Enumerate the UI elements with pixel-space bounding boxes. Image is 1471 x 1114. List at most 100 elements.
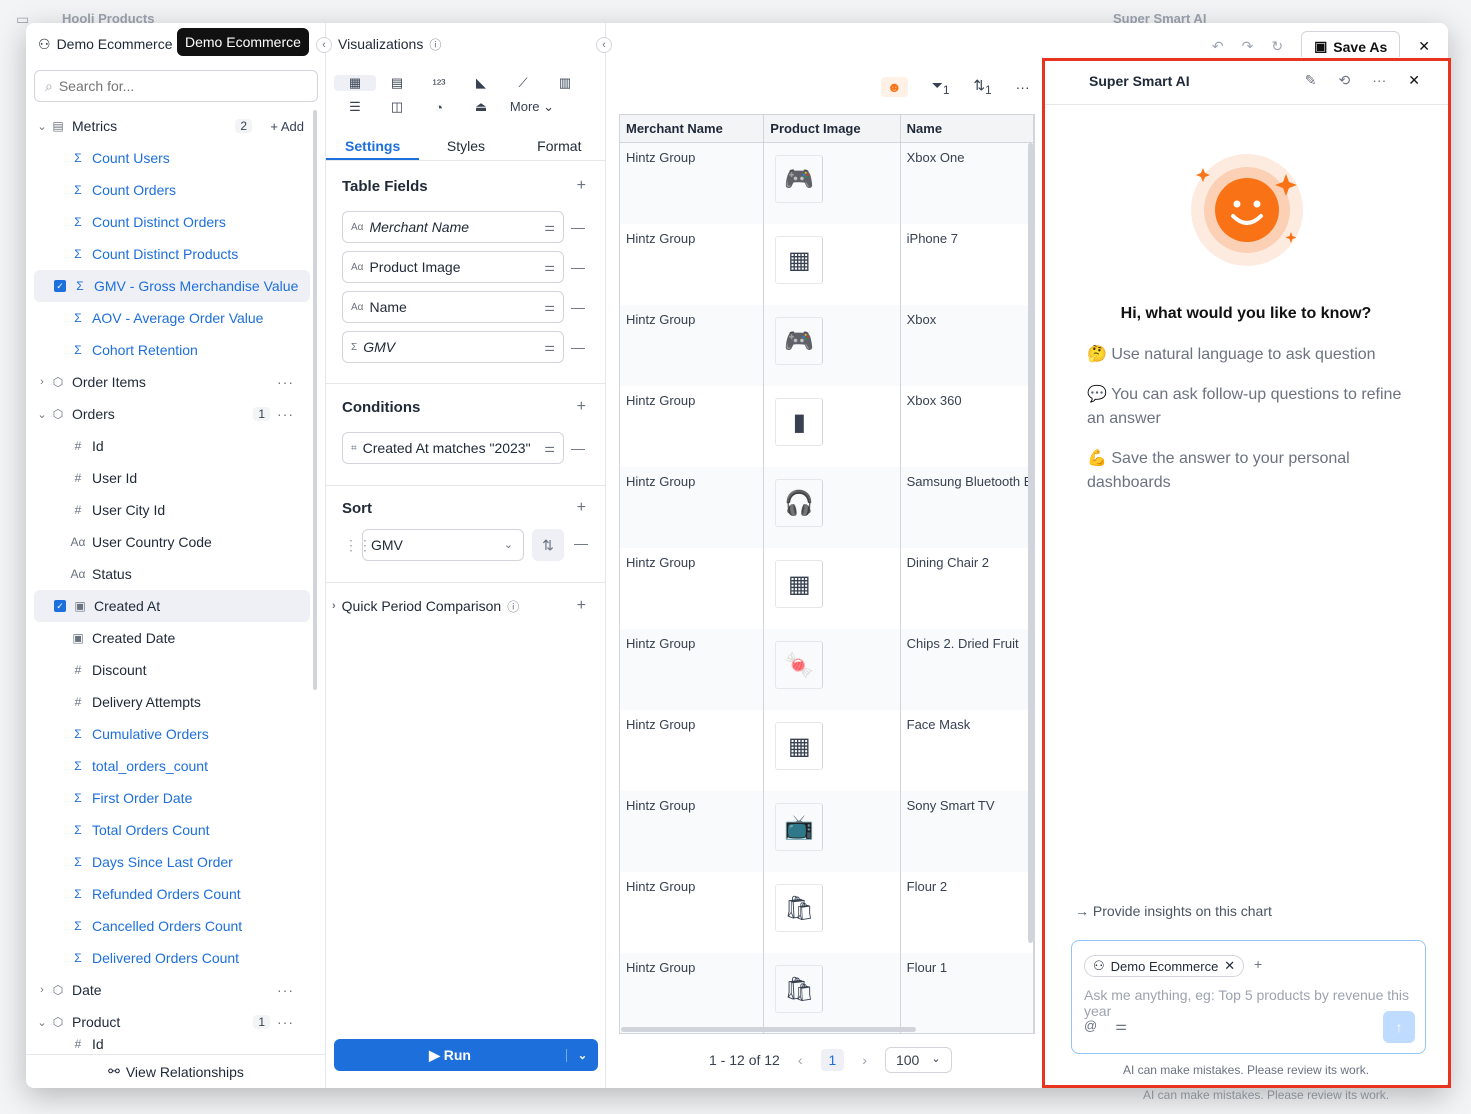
adjust-icon[interactable]: ⚌ xyxy=(544,340,555,354)
more-icon[interactable]: ··· xyxy=(1016,79,1030,95)
table-row[interactable]: Hintz Group 🛍 Flour 1 xyxy=(620,953,1034,1033)
metric-item[interactable]: Σ Count Orders xyxy=(34,174,310,206)
table-field-chip[interactable]: Σ GMV ⚌ — xyxy=(342,331,585,363)
run-options-button[interactable]: ⌄ xyxy=(566,1048,598,1062)
checkbox-checked-icon[interactable]: ✓ xyxy=(54,280,66,292)
sort-button[interactable]: ⇅1 xyxy=(973,77,991,97)
remove-field-icon[interactable]: — xyxy=(571,299,585,315)
metric-item[interactable]: Σ Cohort Retention xyxy=(34,334,310,366)
search-input[interactable] xyxy=(58,78,289,94)
more-viz-button[interactable]: More ⌄ xyxy=(502,99,562,115)
redo-icon[interactable]: ↷ xyxy=(1242,38,1254,55)
remove-field-icon[interactable]: — xyxy=(571,259,585,275)
field-search[interactable]: ⌕ xyxy=(34,70,318,102)
orders-group[interactable]: ⌄ ⬡ Orders 1 ··· xyxy=(34,398,310,430)
quick-period-section[interactable]: › Quick Period Comparison ⓘ + xyxy=(326,591,606,621)
orders-metric[interactable]: Σ Refunded Orders Count xyxy=(34,878,310,910)
orders-metric[interactable]: Σ Delivered Orders Count xyxy=(34,942,310,974)
remove-field-icon[interactable]: — xyxy=(571,219,585,235)
metric-item[interactable]: Σ Count Users xyxy=(34,142,310,174)
adjust-icon[interactable]: ⚌ xyxy=(544,260,555,274)
chevron-down-icon[interactable]: ⌄ xyxy=(34,1016,50,1029)
column-header[interactable]: Merchant Name xyxy=(620,115,765,142)
close-icon[interactable]: ✕ xyxy=(1418,38,1430,55)
column-header[interactable]: Name xyxy=(901,115,1034,142)
combo-viz-icon[interactable]: ◫ xyxy=(376,99,418,115)
sort-field-select[interactable]: GMV ⌄ xyxy=(362,529,524,561)
table-row[interactable]: Hintz Group ▮ Xbox 360 xyxy=(620,386,1034,467)
metric-item[interactable]: Σ Count Distinct Products xyxy=(34,238,310,270)
orders-metric[interactable]: Σ Cumulative Orders xyxy=(34,718,310,750)
remove-sort-icon[interactable]: — xyxy=(574,535,588,551)
more-icon[interactable]: ··· xyxy=(277,406,294,422)
collapse-left-icon[interactable]: ‹ xyxy=(316,37,332,53)
table-viz-icon[interactable]: ▦ xyxy=(334,75,376,91)
condition-chip[interactable]: ⌗ Created At matches "2023" ⚌ — xyxy=(342,432,585,464)
orders-field[interactable]: Aα User Country Code xyxy=(34,526,310,558)
orders-field[interactable]: # Id xyxy=(34,430,310,462)
pivot-viz-icon[interactable]: ▤ xyxy=(376,75,418,91)
area-viz-icon[interactable]: ◣ xyxy=(460,75,502,91)
more-icon[interactable]: ··· xyxy=(277,1014,294,1030)
ai-prompt-input[interactable]: Ask me anything, eg: Top 5 products by r… xyxy=(1084,987,1414,1019)
orders-field[interactable]: # User City Id xyxy=(34,494,310,526)
bar-viz-icon[interactable]: ▥ xyxy=(544,75,586,91)
table-row[interactable]: Hintz Group ▦ iPhone 7 xyxy=(620,224,1034,305)
adjust-icon[interactable]: ⚌ xyxy=(544,300,555,314)
orders-metric[interactable]: Σtotal_orders_count xyxy=(34,750,310,782)
table-row[interactable]: Hintz Group 🎮 Xbox One xyxy=(620,143,1034,224)
refresh-icon[interactable]: ↻ xyxy=(1271,38,1283,55)
table-row[interactable]: Hintz Group 📺 Sony Smart TV xyxy=(620,791,1034,872)
column-header[interactable]: Product Image xyxy=(764,115,901,142)
page-size-select[interactable]: 100 ⌄ xyxy=(884,1047,952,1073)
table-row[interactable]: Hintz Group 🛍 Flour 2 xyxy=(620,872,1034,953)
mention-icon[interactable]: @ xyxy=(1084,1018,1097,1034)
adjust-icon[interactable]: ⚌ xyxy=(544,220,555,234)
prev-page-icon[interactable]: ‹ xyxy=(798,1052,803,1068)
tab-format[interactable]: Format xyxy=(513,131,606,160)
hbar-viz-icon[interactable]: ☰ xyxy=(334,99,376,115)
add-field-button[interactable]: + xyxy=(577,177,586,195)
view-relationships-button[interactable]: ⚯ View Relationships xyxy=(26,1054,326,1088)
help-icon[interactable]: ⓘ xyxy=(429,36,441,53)
orders-metric[interactable]: Σ Cancelled Orders Count xyxy=(34,910,310,942)
tab-settings[interactable]: Settings xyxy=(326,131,420,160)
orders-field[interactable]: ✓ ▣ Created At xyxy=(34,590,310,622)
metric-item[interactable]: Σ AOV - Average Order Value xyxy=(34,302,310,334)
chevron-down-icon[interactable]: ⌄ xyxy=(34,408,50,421)
orders-metric[interactable]: Σ Days Since Last Order xyxy=(34,846,310,878)
table-vertical-scrollbar[interactable] xyxy=(1028,143,1033,943)
add-comparison-button[interactable]: + xyxy=(577,597,586,615)
more-icon[interactable]: ··· xyxy=(277,374,294,390)
line-viz-icon[interactable]: ⟋ xyxy=(502,75,544,91)
settings-icon[interactable]: ⚌ xyxy=(1115,1018,1127,1034)
table-row[interactable]: Hintz Group 🎧 Samsung Bluetooth E xyxy=(620,467,1034,548)
funnel-viz-icon[interactable]: ⏏ xyxy=(460,99,502,115)
chevron-down-icon[interactable]: ⌄ xyxy=(34,120,50,133)
ai-bot-icon[interactable]: ☻ xyxy=(881,77,908,97)
new-chat-icon[interactable]: ✎ xyxy=(1305,72,1317,89)
close-icon[interactable]: ✕ xyxy=(1408,72,1420,89)
date-group[interactable]: › ⬡ Date ··· xyxy=(34,974,310,1006)
remove-field-icon[interactable]: — xyxy=(571,339,585,355)
metrics-group[interactable]: ⌄ ▤ Metrics 2 + Add xyxy=(34,110,310,142)
table-row[interactable]: Hintz Group ▦ Face Mask xyxy=(620,710,1034,791)
metric-item[interactable]: Σ Count Distinct Orders xyxy=(34,206,310,238)
orders-field[interactable]: # Discount xyxy=(34,654,310,686)
pie-viz-icon[interactable]: ◔ xyxy=(418,100,460,115)
table-field-chip[interactable]: Aα Name ⚌ — xyxy=(342,291,585,323)
ai-suggestion[interactable]: → Provide insights on this chart xyxy=(1075,903,1272,919)
add-metric-button[interactable]: + Add xyxy=(270,119,304,134)
number-viz-icon[interactable]: ¹²³ xyxy=(418,76,460,91)
next-page-icon[interactable]: › xyxy=(862,1052,867,1068)
add-sort-button[interactable]: + xyxy=(577,499,586,517)
filter-button[interactable]: ⏷1 xyxy=(932,77,950,97)
table-horizontal-scrollbar[interactable] xyxy=(621,1027,916,1032)
adjust-icon[interactable]: ⚌ xyxy=(544,441,555,455)
tab-styles[interactable]: Styles xyxy=(419,131,512,160)
orders-field[interactable]: ▣ Created Date xyxy=(34,622,310,654)
history-icon[interactable]: ⟲ xyxy=(1339,72,1351,89)
more-icon[interactable]: ··· xyxy=(277,982,294,998)
send-button[interactable]: ↑ xyxy=(1383,1011,1415,1043)
orders-field[interactable]: # User Id xyxy=(34,462,310,494)
